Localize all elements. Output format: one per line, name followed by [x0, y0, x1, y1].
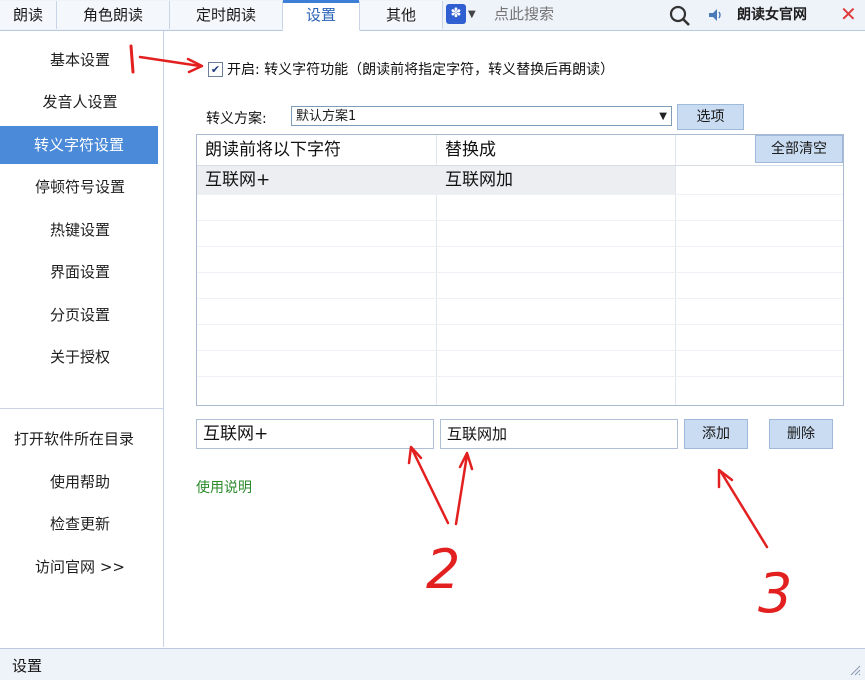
replacement-input[interactable] [440, 419, 678, 449]
close-icon[interactable]: ✕ [840, 2, 857, 26]
usage-instructions-link[interactable]: 使用说明 [196, 477, 252, 497]
sidebar-item-license[interactable]: 关于授权 [0, 338, 160, 376]
search-input[interactable] [490, 3, 668, 24]
status-bar: 设置 [0, 648, 865, 680]
table-cell-target[interactable]: 互联网加 [437, 166, 513, 194]
delete-button[interactable]: 删除 [769, 419, 833, 449]
chevron-down-icon: ▼ [659, 111, 667, 122]
tab-role-read[interactable]: 角色朗读 [57, 1, 170, 29]
top-tab-bar: 朗读 角色朗读 定时朗读 设置 其他 ✽ ▼ 朗读女官网 ✕ [0, 0, 865, 31]
add-button[interactable]: 添加 [684, 419, 748, 449]
sidebar-item-hotkeys[interactable]: 热键设置 [0, 211, 160, 249]
check-update-link[interactable]: 检查更新 [0, 505, 160, 543]
column-divider [675, 135, 676, 405]
row-divider [197, 324, 843, 325]
settings-sidebar: 基本设置 发音人设置 转义字符设置 停顿符号设置 热键设置 界面设置 分页设置 … [0, 31, 164, 647]
sidebar-item-basic[interactable]: 基本设置 [0, 41, 160, 79]
column-header-source: 朗读前将以下字符 [205, 140, 341, 160]
baidu-paw-icon: ✽ [446, 4, 466, 24]
table-cell-source[interactable]: 互联网+ [197, 166, 270, 194]
official-site-link[interactable]: 朗读女官网 [737, 4, 807, 24]
speaker-icon [709, 9, 721, 21]
sidebar-item-voice[interactable]: 发音人设置 [0, 83, 160, 121]
resize-grip-icon[interactable] [849, 664, 861, 676]
tab-settings[interactable]: 设置 [283, 0, 360, 31]
tab-read[interactable]: 朗读 [0, 1, 57, 29]
sidebar-item-pause-symbols[interactable]: 停顿符号设置 [0, 168, 160, 206]
row-divider [197, 272, 843, 273]
enable-escape-label[interactable]: 开启: 转义字符功能（朗读前将指定字符，转义替换后再朗读） [227, 59, 614, 79]
sidebar-divider [0, 408, 163, 409]
source-chars-input[interactable] [196, 419, 434, 449]
options-button[interactable]: 选项 [677, 104, 744, 130]
status-text: 设置 [12, 657, 43, 675]
scheme-value: 默认方案1 [296, 109, 357, 124]
clear-all-button[interactable]: 全部清空 [755, 135, 843, 163]
enable-escape-checkbox[interactable]: ✔ [208, 61, 223, 77]
row-divider [197, 298, 843, 299]
enable-escape-row: ✔ 开启: 转义字符功能（朗读前将指定字符，转义替换后再朗读） [208, 59, 614, 79]
row-divider [197, 246, 843, 247]
visit-website-link[interactable]: 访问官网 >> [0, 548, 160, 586]
help-link[interactable]: 使用帮助 [0, 463, 160, 501]
row-divider [197, 376, 843, 377]
scheme-select[interactable]: 默认方案1 ▼ [291, 106, 672, 126]
tab-timed-read[interactable]: 定时朗读 [170, 1, 283, 29]
search-group: ✽ ▼ [446, 2, 668, 26]
sidebar-item-interface[interactable]: 界面设置 [0, 253, 160, 291]
row-divider [197, 350, 843, 351]
column-header-target: 替换成 [445, 140, 496, 160]
row-divider [197, 194, 843, 195]
sidebar-item-escape-chars[interactable]: 转义字符设置 [0, 126, 158, 164]
escape-chars-panel: ✔ 开启: 转义字符功能（朗读前将指定字符，转义替换后再朗读） 转义方案: 默认… [164, 31, 865, 647]
sidebar-item-paging[interactable]: 分页设置 [0, 296, 160, 334]
open-install-dir-link[interactable]: 打开软件所在目录 [0, 420, 148, 458]
scheme-label: 转义方案: [206, 111, 267, 127]
tab-other[interactable]: 其他 [360, 1, 443, 29]
search-icon[interactable] [668, 4, 692, 28]
row-divider [197, 220, 843, 221]
chevron-down-icon: ▼ [468, 8, 476, 20]
escape-rules-table: 朗读前将以下字符 替换成 全部清空 互联网+ 互联网加 [196, 134, 844, 406]
search-engine-dropdown[interactable]: ✽ ▼ [446, 3, 488, 25]
